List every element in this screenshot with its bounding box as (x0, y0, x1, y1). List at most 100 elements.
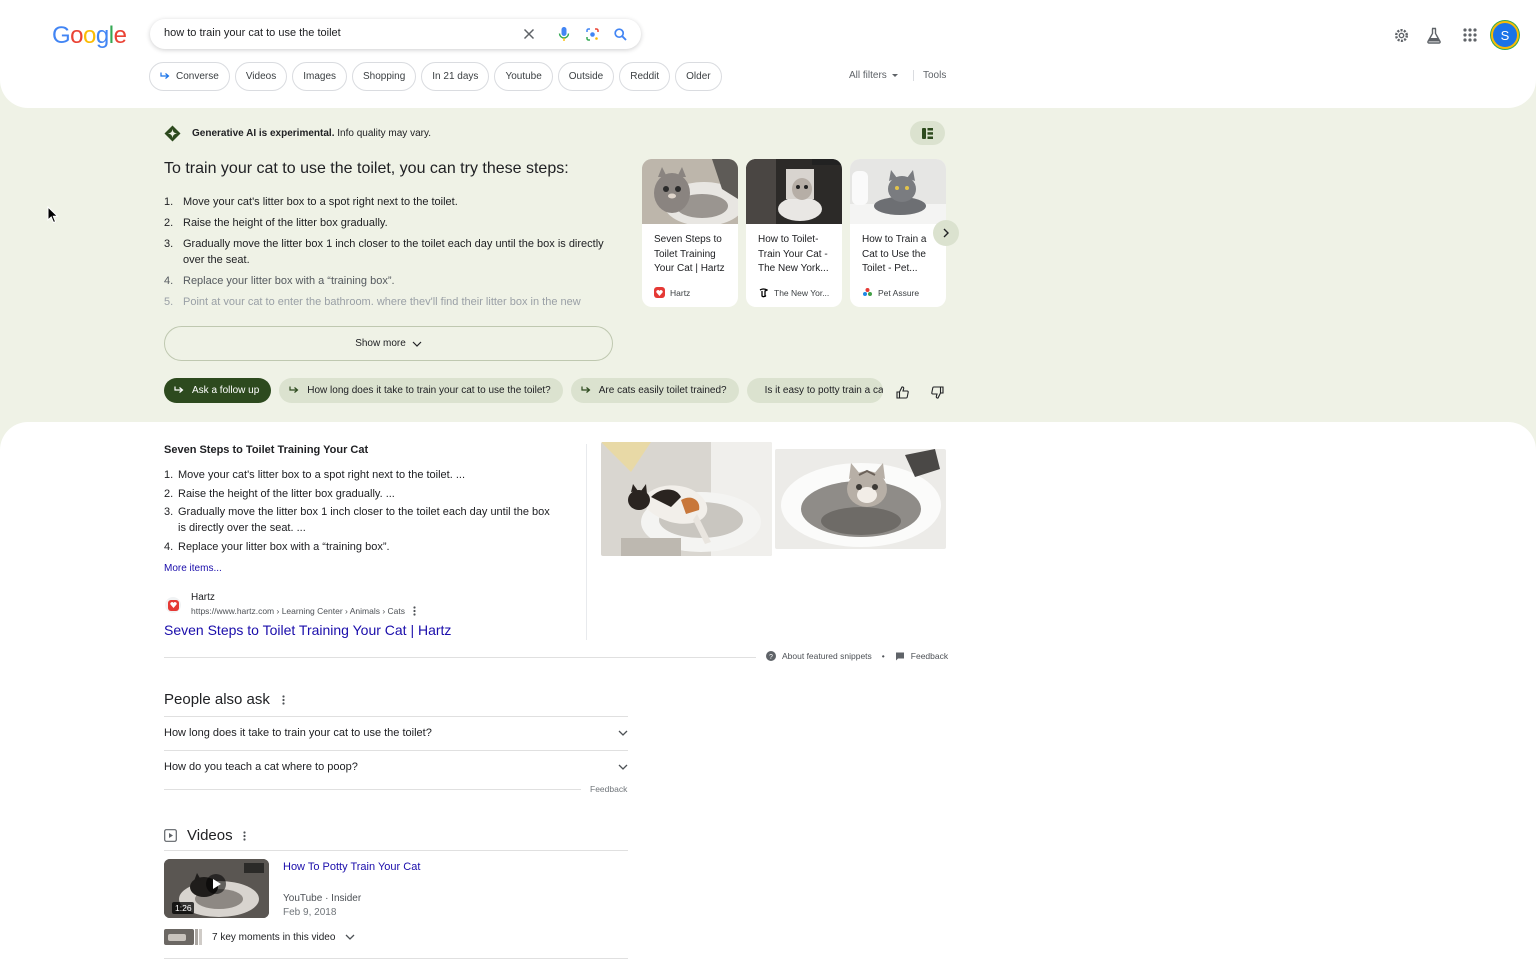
list-item-number: 2. (164, 487, 174, 500)
paa-feedback-link[interactable]: Feedback (590, 784, 627, 794)
chip-in-21-days[interactable]: In 21 days (421, 62, 490, 91)
snippet-image-cat-on-toilet[interactable] (601, 442, 772, 556)
key-moments-toggle[interactable]: 7 key moments in this video (164, 929, 355, 945)
source-thumbnail (850, 159, 946, 224)
ai-step-number: 1. (164, 196, 174, 208)
feedback-flag-icon (895, 652, 904, 660)
chip-youtube[interactable]: Youtube (494, 62, 553, 91)
help-circle-icon: ? (766, 651, 776, 661)
follow-up-arrow-icon (160, 72, 170, 79)
source-thumbnail (746, 159, 842, 224)
list-item: 1. Move your cat's litter box to a spot r… (164, 467, 554, 483)
ai-step: 4. Replace your litter box with a “traini… (164, 273, 614, 289)
result-url-text: https://www.hartz.com › Learning Center … (191, 606, 405, 616)
follow-up-suggestion[interactable]: Are cats easily toilet trained? (570, 378, 739, 403)
search-icon[interactable] (611, 25, 629, 43)
lens-icon[interactable] (583, 25, 601, 43)
ai-notice: Generative AI is experimental. Info qual… (164, 125, 431, 142)
chip-outside[interactable]: Outside (557, 62, 615, 91)
about-featured-snippets-link[interactable]: About featured snippets (782, 651, 872, 661)
logo-letter: o (83, 22, 96, 49)
paa-divider (164, 789, 581, 790)
list-item: 4. Replace your litter box with a “traini… (164, 539, 554, 555)
ai-source-cards: Seven Steps to Toilet Training Your Cat … (642, 159, 946, 307)
filter-chips: Converse Videos Images Shopping In 21 da… (149, 62, 722, 91)
account-avatar[interactable]: S (1491, 21, 1519, 49)
people-also-ask-heading: People also ask (164, 691, 285, 708)
ai-layout-toggle[interactable] (910, 121, 945, 145)
source-card-site: The New Yor... (758, 287, 829, 298)
list-item-text: Move your cat's litter box to a spot rig… (178, 469, 466, 481)
result-url: https://www.hartz.com › Learning Center … (191, 606, 416, 616)
ai-step-text: Move your cat's litter box to a spot rig… (183, 196, 458, 208)
paa-question[interactable]: How do you teach a cat where to poop? (164, 750, 628, 784)
ai-step-text: Raise the height of the litter box gradu… (183, 217, 388, 229)
source-card-site: Pet Assure (862, 287, 919, 298)
more-options-icon[interactable] (282, 694, 285, 705)
apps-grid-icon[interactable] (1460, 25, 1480, 45)
result-title-link[interactable]: Seven Steps to Toilet Training Your Cat … (164, 622, 451, 638)
videos-divider (164, 850, 628, 851)
thumbs-down-icon[interactable] (929, 384, 945, 400)
ai-steps-list: 1. Move your cat's litter box to a spot r… (164, 194, 614, 310)
follow-up-label: How long does it take to train your cat … (307, 385, 551, 396)
paa-question[interactable]: How long does it take to train your cat … (164, 716, 628, 750)
follow-up-suggestion[interactable]: How long does it take to train your cat … (279, 378, 563, 403)
follow-up-suggestion[interactable]: Is it easy to potty train a cat? (746, 378, 883, 403)
ai-step: 1. Move your cat's litter box to a spot r… (164, 194, 614, 210)
more-options-icon[interactable] (413, 606, 416, 616)
ask-follow-up-button[interactable]: Ask a follow up (164, 378, 272, 403)
settings-gear-icon[interactable] (1391, 25, 1411, 45)
source-card-petassure[interactable]: How to Train a Cat to Use the Toilet - P… (850, 159, 946, 307)
video-duration: 1:26 (175, 903, 192, 913)
key-moments-thumbnail (164, 929, 202, 945)
chip-videos[interactable]: Videos (234, 62, 288, 91)
ai-step-number: 2. (164, 217, 174, 229)
labs-flask-icon[interactable] (1424, 25, 1444, 45)
source-card-nyt[interactable]: How to Toilet-Train Your Cat - The New Y… (746, 159, 842, 307)
chevron-down-icon (618, 764, 628, 770)
layout-list-icon (922, 127, 933, 139)
list-item: 3. Gradually move the litter box 1 inch c… (164, 504, 554, 536)
snippet-feedback-link[interactable]: Feedback (911, 651, 948, 661)
next-sources-button[interactable] (933, 220, 959, 246)
all-filters-button[interactable]: All filters (849, 70, 899, 81)
follow-up-row: Ask a follow up How long does it take to… (164, 378, 883, 403)
snippet-footer: ? About featured snippets • Feedback (766, 651, 948, 661)
ai-step: 3. Gradually move the litter box 1 inch c… (164, 236, 614, 268)
chip-older[interactable]: Older (675, 62, 722, 91)
featured-snippet-title: Seven Steps to Toilet Training Your Cat (164, 444, 369, 456)
source-card-title: How to Train a Cat to Use the Toilet - P… (862, 234, 927, 274)
search-box[interactable]: how to train your cat to use the toilet (150, 19, 641, 49)
source-card-hartz[interactable]: Seven Steps to Toilet Training Your Cat … (642, 159, 738, 307)
list-item-number: 1. (164, 469, 174, 481)
key-moments-label: 7 key moments in this video (212, 931, 336, 943)
clear-icon[interactable] (520, 25, 538, 43)
tools-button[interactable]: Tools (913, 70, 946, 81)
ai-step-number: 4. (164, 275, 174, 287)
dropdown-caret-icon (891, 74, 898, 77)
snippet-image-kitten-in-bowl[interactable] (775, 449, 946, 549)
chip-images[interactable]: Images (292, 62, 348, 91)
video-thumbnail[interactable]: 1:26 (164, 859, 269, 918)
search-input[interactable]: how to train your cat to use the toilet (164, 27, 341, 39)
chevron-down-icon (345, 934, 355, 940)
show-more-button[interactable]: Show more (164, 326, 613, 361)
chip-converse[interactable]: Converse (149, 62, 230, 91)
more-items-link[interactable]: More items... (164, 563, 222, 574)
ai-step-text: Gradually move the litter box 1 inch clo… (183, 238, 604, 266)
video-title-link[interactable]: How To Potty Train Your Cat (283, 861, 420, 873)
thumbs-up-icon[interactable] (894, 384, 910, 400)
more-options-icon[interactable] (242, 830, 246, 841)
videos-bottom-divider (164, 958, 628, 959)
microphone-icon[interactable] (555, 25, 573, 43)
ai-step-number: 3. (164, 238, 174, 250)
chip-reddit[interactable]: Reddit (619, 62, 671, 91)
chip-shopping[interactable]: Shopping (352, 62, 417, 91)
source-card-title: Seven Steps to Toilet Training Your Cat … (654, 234, 725, 274)
ai-step-text: Point at your cat to enter the bathroom,… (183, 296, 581, 305)
logo-letter: g (95, 22, 109, 49)
google-logo[interactable]: Google (52, 22, 127, 50)
source-thumbnail (642, 159, 738, 224)
result-site-name[interactable]: Hartz (191, 592, 215, 603)
